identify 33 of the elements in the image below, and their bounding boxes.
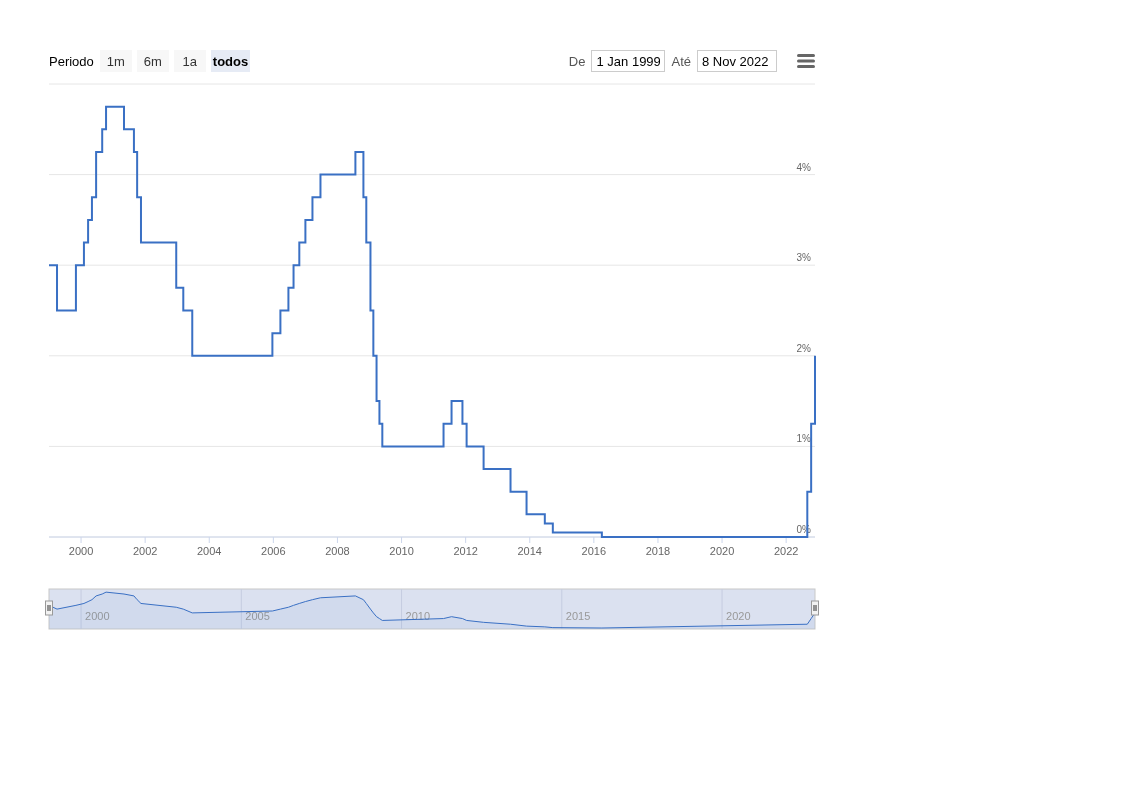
menu-icon [797,53,815,69]
x-axis-label: 2010 [389,545,414,557]
range-button[interactable]: 1a [173,50,206,72]
x-axis-label: 2008 [325,545,350,557]
navigator-label: 2000 [85,610,110,622]
x-axis-label: 2018 [645,545,671,557]
navigator-handle[interactable] [45,600,53,616]
navigator-handle[interactable] [811,600,819,616]
range-button[interactable]: 6m [136,50,169,72]
x-axis-label: 2002 [132,545,158,557]
x-axis-label: 2004 [197,545,222,557]
to-date-field[interactable]: 8 Nov 2022 [697,50,777,72]
menu-button[interactable] [797,53,815,69]
x-axis-label: 2022 [773,545,799,557]
x-axis-label: 2006 [261,545,286,557]
x-axis-label: 2020 [709,545,735,557]
x-axis-label: 2016 [581,545,607,557]
x-axis-label: 2000 [68,545,94,557]
x-axis-label: 2012 [453,545,478,557]
navigator-label: 2010 [405,610,431,622]
y-axis-label: 3% [796,252,811,264]
navigator-label: 2015 [565,610,591,622]
x-axis-label: 2014 [517,545,542,557]
navigator-label: 2020 [726,610,751,622]
y-axis-label: 2% [796,342,811,354]
y-axis-label: 4% [796,161,811,173]
navigator-label: 2005 [245,610,270,622]
range-button[interactable]: 1m [99,50,132,72]
range-label: Periodo [49,53,94,69]
from-label: De [568,53,586,69]
from-date-field[interactable]: 1 Jan 1999 [591,50,666,72]
to-label: Até [671,53,691,69]
range-button[interactable]: todos [210,50,251,72]
